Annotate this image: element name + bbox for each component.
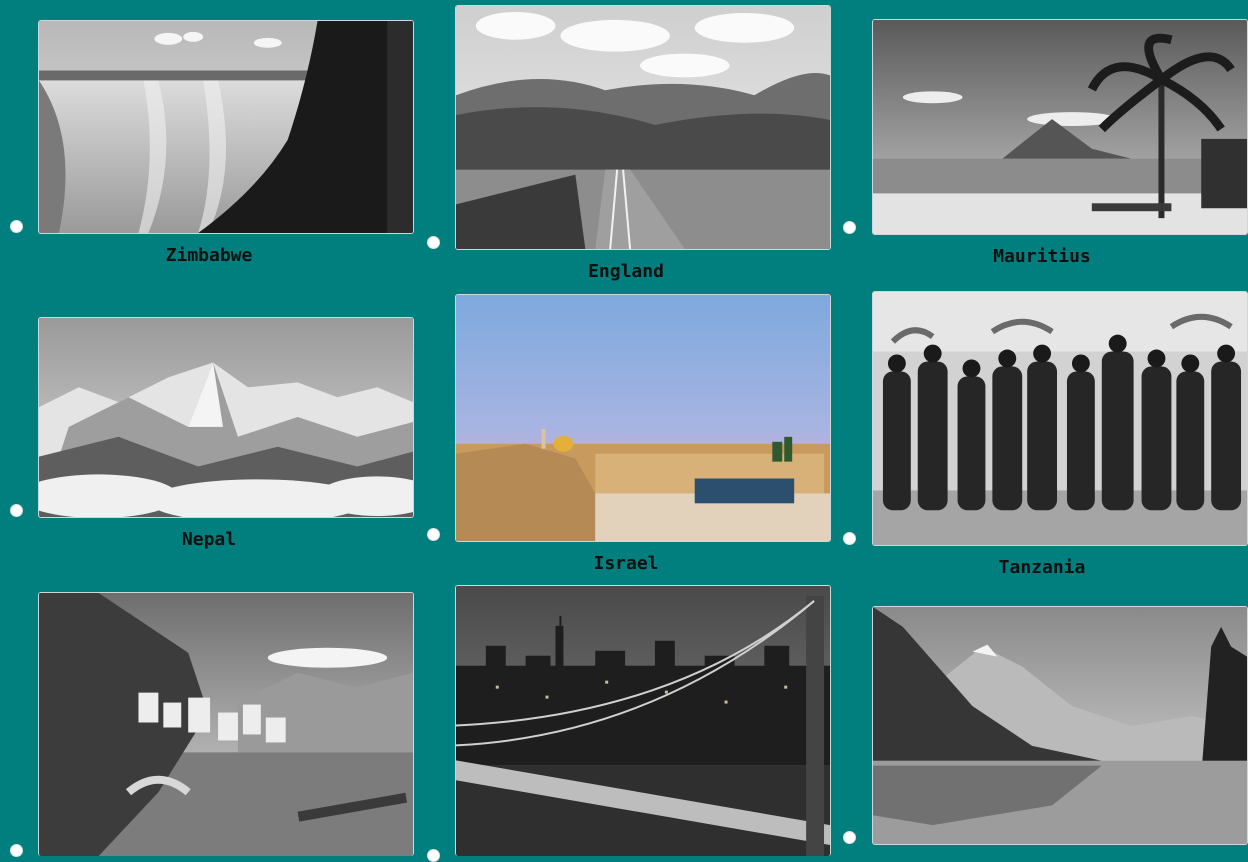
radio-zimbabwe[interactable] bbox=[10, 220, 23, 233]
radio-option-7[interactable] bbox=[10, 844, 23, 857]
photo-mountain-lake[interactable] bbox=[872, 606, 1248, 845]
countryside-road-image bbox=[456, 6, 830, 249]
label-england: England bbox=[588, 261, 664, 282]
label-zimbabwe: Zimbabwe bbox=[165, 245, 253, 266]
radio-nepal[interactable] bbox=[10, 504, 23, 517]
photo-england[interactable] bbox=[455, 5, 831, 250]
photo-zimbabwe[interactable] bbox=[38, 20, 414, 234]
waterfall-image bbox=[39, 21, 413, 233]
photo-mauritius[interactable] bbox=[872, 19, 1248, 235]
radio-israel[interactable] bbox=[427, 528, 440, 541]
beach-palm-image bbox=[873, 20, 1247, 234]
radio-mauritius[interactable] bbox=[843, 221, 856, 234]
city-bridge-image bbox=[456, 586, 830, 856]
label-mauritius: Mauritius bbox=[993, 246, 1091, 267]
photo-new-york[interactable] bbox=[455, 585, 831, 856]
maasai-group-image bbox=[873, 292, 1247, 545]
radio-tanzania[interactable] bbox=[843, 532, 856, 545]
radio-england[interactable] bbox=[427, 236, 440, 249]
photo-israel[interactable] bbox=[455, 294, 831, 542]
photo-nepal[interactable] bbox=[38, 317, 414, 518]
photo-tanzania[interactable] bbox=[872, 291, 1248, 546]
label-nepal: Nepal bbox=[181, 529, 237, 550]
western-wall-image bbox=[456, 295, 830, 541]
radio-option-9[interactable] bbox=[843, 831, 856, 844]
photo-amalfi-coast[interactable] bbox=[38, 592, 414, 856]
mountain-image bbox=[39, 318, 413, 517]
mountain-lake-image bbox=[873, 607, 1247, 844]
coastal-town-image bbox=[39, 593, 413, 856]
label-israel: Israel bbox=[593, 553, 659, 574]
label-tanzania: Tanzania bbox=[998, 557, 1086, 578]
